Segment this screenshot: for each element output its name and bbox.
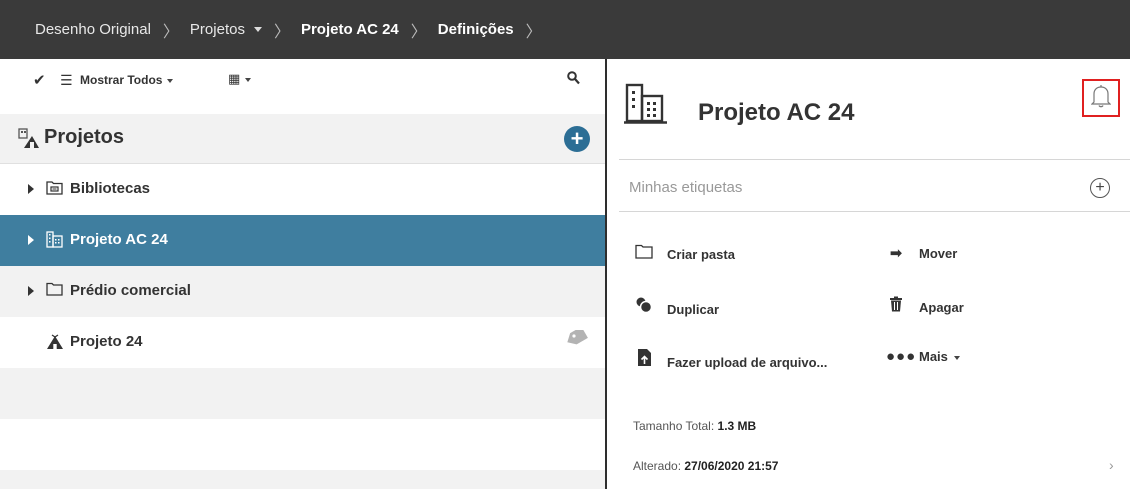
- caret-down-icon[interactable]: [253, 27, 262, 32]
- show-all-label: Mostrar Todos: [80, 73, 163, 87]
- arrow-right-icon: ➡: [889, 245, 903, 262]
- total-size: Tamanho Total: 1.3 MB: [633, 419, 756, 433]
- more-dots-icon: ●●●: [886, 348, 917, 365]
- search-icon[interactable]: [567, 71, 580, 89]
- tree-item-bibliotecas[interactable]: Bibliotecas: [0, 164, 605, 215]
- details-panel: Projeto AC 24 Minhas etiquetas + Criar p…: [607, 59, 1130, 489]
- last-modified-value: 27/06/2020 21:57: [684, 459, 779, 473]
- projects-icon: [18, 127, 40, 155]
- delete-button[interactable]: Apagar: [886, 296, 964, 316]
- tree-item-label: Prédio comercial: [70, 282, 191, 299]
- chevron-right-icon: 〉: [410, 23, 427, 41]
- building-icon: [624, 83, 668, 125]
- chevron-right-icon[interactable]: ›: [1109, 457, 1114, 473]
- project-tree-panel: ✔ ☰ Mostrar Todos ▦ Projetos + Bibliotec…: [0, 59, 605, 489]
- add-tag-button[interactable]: +: [1090, 178, 1110, 198]
- expand-arrow-icon[interactable]: [28, 184, 34, 194]
- caret-down-icon: [953, 355, 960, 360]
- building-icon: [46, 231, 63, 253]
- breadcrumb-item-projetos[interactable]: Projetos: [190, 21, 245, 38]
- delete-label: Apagar: [919, 300, 964, 315]
- expand-arrow-icon[interactable]: [28, 235, 34, 245]
- divider: [619, 211, 1130, 212]
- chevron-right-icon: 〉: [273, 23, 290, 41]
- breadcrumb-item-projeto-ac-24[interactable]: Projeto AC 24: [301, 21, 399, 38]
- move-label: Mover: [919, 246, 958, 261]
- trash-icon: [886, 296, 906, 316]
- notification-bell-button[interactable]: [1082, 79, 1120, 117]
- last-modified: Alterado: 27/06/2020 21:57: [633, 459, 778, 473]
- tree-empty-row: [0, 470, 605, 489]
- calendar-dropdown[interactable]: ▦: [228, 71, 252, 87]
- total-size-value: 1.3 MB: [717, 419, 757, 433]
- projects-header: Projetos +: [0, 114, 605, 164]
- upload-file-label: Fazer upload de arquivo...: [667, 355, 828, 370]
- duplicate-label: Duplicar: [667, 302, 720, 317]
- caret-down-icon: [167, 78, 174, 83]
- divider: [619, 159, 1130, 160]
- more-dropdown[interactable]: ●●● Mais: [886, 348, 960, 365]
- bell-icon: [1090, 84, 1112, 113]
- caret-down-icon: [245, 77, 252, 82]
- tree-item-projeto-24[interactable]: Projeto 24: [0, 317, 605, 368]
- tree-empty-row: [0, 368, 605, 419]
- tree-item-predio-comercial[interactable]: Prédio comercial: [0, 266, 605, 317]
- show-all-dropdown[interactable]: Mostrar Todos: [80, 73, 174, 87]
- duplicate-button[interactable]: Duplicar: [634, 296, 719, 318]
- duplicate-icon: [634, 296, 654, 318]
- projects-title: Projetos: [44, 126, 125, 148]
- breadcrumb-item-desenho-original[interactable]: Desenho Original: [35, 21, 151, 38]
- add-project-button[interactable]: +: [564, 126, 590, 152]
- chevron-right-icon: 〉: [162, 23, 179, 41]
- breadcrumb-item-definicoes[interactable]: Definições: [438, 21, 514, 38]
- tree-empty-row: [0, 419, 605, 470]
- tag-icon[interactable]: [566, 326, 588, 348]
- project-house-icon: [46, 333, 64, 355]
- library-icon: [46, 180, 63, 200]
- more-label: Mais: [919, 349, 948, 364]
- tags-input[interactable]: Minhas etiquetas: [629, 179, 742, 196]
- list-icon[interactable]: ☰: [60, 72, 73, 89]
- upload-file-button[interactable]: Fazer upload de arquivo...: [634, 348, 827, 371]
- tree-toolbar: ✔ ☰ Mostrar Todos ▦: [0, 59, 605, 114]
- breadcrumb: Desenho Original 〉 Projetos 〉 Projeto AC…: [0, 0, 1130, 59]
- chevron-right-icon: 〉: [525, 23, 542, 41]
- detail-title: Projeto AC 24: [698, 99, 855, 126]
- total-size-label: Tamanho Total:: [633, 419, 715, 433]
- folder-icon: [634, 244, 654, 263]
- move-button[interactable]: ➡ Mover: [886, 244, 958, 262]
- expand-arrow-icon[interactable]: [28, 286, 34, 296]
- tree-item-label: Bibliotecas: [70, 180, 151, 197]
- check-icon[interactable]: ✔: [33, 71, 46, 89]
- create-folder-button[interactable]: Criar pasta: [634, 244, 735, 263]
- last-modified-label: Alterado:: [633, 459, 682, 473]
- folder-icon: [46, 282, 63, 301]
- tree-item-projeto-ac-24[interactable]: Projeto AC 24: [0, 215, 605, 266]
- create-folder-label: Criar pasta: [667, 247, 735, 262]
- upload-file-icon: [634, 348, 654, 371]
- calendar-icon: ▦: [228, 71, 241, 86]
- tree-item-label: Projeto AC 24: [70, 231, 168, 248]
- tree-item-label: Projeto 24: [70, 333, 143, 350]
